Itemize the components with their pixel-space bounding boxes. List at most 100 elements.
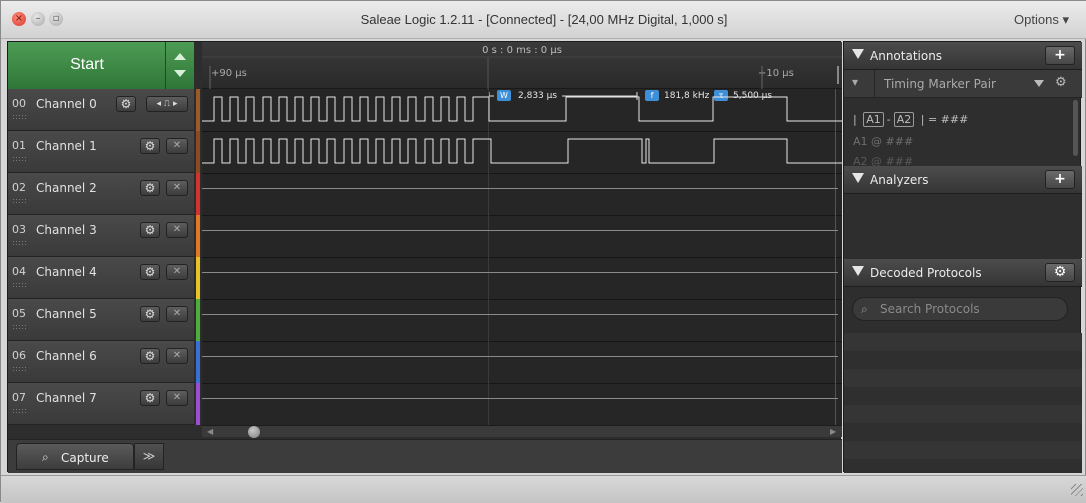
gear-icon[interactable]: ⚙ (140, 390, 160, 406)
channel-row[interactable]: 03 Channel 3 ⚙ ✕ (8, 215, 194, 257)
channel-row[interactable]: 07 Channel 7 ⚙ ✕ (8, 383, 194, 425)
gear-icon[interactable]: ⚙ (140, 348, 160, 364)
channel-number: 07 (12, 391, 26, 404)
channel-color-swatch (196, 215, 200, 257)
waveform-plot[interactable] (202, 89, 842, 425)
annotation-dash: - (886, 113, 891, 126)
channel-row[interactable]: 04 Channel 4 ⚙ ✕ (8, 257, 194, 299)
channel-1-waveform (202, 138, 842, 164)
drag-handle-icon[interactable] (12, 408, 26, 414)
close-icon[interactable]: ✕ (166, 306, 188, 322)
close-icon[interactable]: ✕ (166, 264, 188, 280)
close-icon[interactable]: ✕ (166, 390, 188, 406)
gear-icon[interactable]: ⚙ (140, 222, 160, 238)
ruler-ticks (202, 56, 842, 89)
gear-icon[interactable]: ⚙ (140, 138, 160, 154)
resize-grip-icon[interactable] (1071, 484, 1083, 496)
annotation-a1-line: A1 @ ### (853, 135, 914, 148)
gear-icon[interactable]: ⚙ (116, 96, 136, 112)
channel-name[interactable]: Channel 2 (36, 181, 97, 195)
collapse-triangle-icon[interactable] (852, 173, 864, 183)
channel-number: 04 (12, 265, 26, 278)
gear-icon[interactable]: ⚙ (140, 180, 160, 196)
decoded-protocols-header[interactable]: Decoded Protocols ⚙ (844, 259, 1082, 287)
collapse-triangle-icon[interactable] (852, 49, 864, 59)
right-sidebar: Annotations + ▾ Timing Marker Pair ⚙ | A… (843, 41, 1082, 473)
arrow-up-icon[interactable] (174, 53, 186, 60)
channel-row[interactable]: 01 Channel 1 ⚙ ✕ (8, 131, 194, 173)
drag-handle-icon[interactable] (12, 240, 26, 246)
annotations-title: Annotations (870, 49, 943, 63)
channel-color-swatch (196, 299, 200, 341)
start-options-stepper[interactable] (166, 42, 194, 89)
pin-icon[interactable]: ▾ (852, 75, 858, 89)
start-button-label: Start (70, 56, 104, 73)
timing-marker-row[interactable]: ▾ Timing Marker Pair ⚙ (844, 70, 1082, 98)
close-icon[interactable]: ✕ (166, 348, 188, 364)
analyzers-list (844, 194, 1082, 258)
channel-row[interactable]: 06 Channel 6 ⚙ ✕ (8, 341, 194, 383)
options-menu-button[interactable]: Options ▾ (1014, 12, 1069, 28)
trigger-settings-button[interactable]: ◂ ⎍ ▸ (146, 96, 188, 112)
gear-icon[interactable]: ⚙ (140, 264, 160, 280)
close-icon[interactable]: ✕ (166, 222, 188, 238)
channel-name[interactable]: Channel 0 (36, 97, 97, 111)
waveform-area[interactable]: 0 s : 0 ms : 0 μs +90 μs +10 μs W 2,833 … (202, 42, 842, 425)
channel-name[interactable]: Channel 7 (36, 391, 97, 405)
time-ruler[interactable]: 0 s : 0 ms : 0 μs +90 μs +10 μs (202, 42, 842, 89)
scroll-left-icon[interactable]: ◀ (207, 427, 213, 436)
trigger-left-icon: ◂ (156, 99, 161, 109)
channel-number: 02 (12, 181, 26, 194)
arrow-down-icon[interactable] (174, 70, 186, 77)
add-analyzer-button[interactable]: + (1045, 170, 1075, 189)
drag-handle-icon[interactable] (12, 324, 26, 330)
trigger-right-icon: ▸ (173, 99, 178, 109)
protocols-settings-button[interactable]: ⚙ (1045, 263, 1075, 282)
channel-color-swatch (196, 173, 200, 215)
channel-0-waveform (202, 96, 842, 122)
gear-icon[interactable]: ⚙ (140, 306, 160, 322)
more-tabs-button[interactable]: ≫ (134, 443, 164, 470)
marker-a1-chip[interactable]: A1 (863, 112, 884, 127)
chevron-down-icon[interactable] (1034, 80, 1044, 87)
scroll-right-icon[interactable]: ▶ (830, 427, 836, 436)
collapse-triangle-icon[interactable] (852, 266, 864, 276)
add-annotation-button[interactable]: + (1045, 46, 1075, 65)
close-icon[interactable]: ✕ (166, 138, 188, 154)
drag-handle-icon[interactable] (12, 198, 26, 204)
channel-name[interactable]: Channel 4 (36, 265, 97, 279)
analyzers-title: Analyzers (870, 173, 929, 187)
channel-color-swatch (196, 131, 200, 173)
drag-handle-icon[interactable] (12, 156, 26, 162)
channel-name[interactable]: Channel 6 (36, 349, 97, 363)
scroll-thumb[interactable] (248, 426, 260, 438)
channel-number: 01 (12, 139, 26, 152)
drag-handle-icon[interactable] (12, 366, 26, 372)
channel-number: 06 (12, 349, 26, 362)
analyzers-header[interactable]: Analyzers + (844, 166, 1082, 194)
channel-name[interactable]: Channel 3 (36, 223, 97, 237)
tab-capture[interactable]: ⌕ Capture (16, 443, 134, 470)
channel-row[interactable]: 05 Channel 5 ⚙ ✕ (8, 299, 194, 341)
title-bar: × – ▫ Saleae Logic 1.2.11 - [Connected] … (1, 1, 1086, 39)
marker-a2-chip[interactable]: A2 (893, 112, 915, 127)
drag-handle-icon[interactable] (12, 114, 26, 120)
annotation-scrollbar[interactable] (1073, 100, 1078, 156)
channel-color-swatch (196, 341, 200, 383)
start-button[interactable]: Start (8, 42, 166, 89)
bottom-tab-bar: ⌕ Capture ≫ (8, 439, 842, 473)
channel-row[interactable]: 00 Channel 0 ⚙ ◂ ⎍ ▸ (8, 89, 194, 131)
channel-row[interactable]: 02 Channel 2 ⚙ ✕ (8, 173, 194, 215)
horizontal-scrollbar[interactable]: ◀ ▶ (202, 425, 842, 438)
search-protocols-input[interactable]: ⌕ Search Protocols (852, 297, 1068, 321)
annotations-header[interactable]: Annotations + (844, 42, 1082, 70)
main-panel: Start 00 Channel 0 ⚙ ◂ ⎍ ▸ 01 Channel 1 ⚙ ✕ 02 Ch… (7, 41, 842, 473)
gear-icon[interactable]: ⚙ (1055, 75, 1067, 90)
channel-number: 03 (12, 223, 26, 236)
channel-name[interactable]: Channel 1 (36, 139, 97, 153)
close-icon[interactable]: ✕ (166, 180, 188, 196)
channel-list: 00 Channel 0 ⚙ ◂ ⎍ ▸ 01 Channel 1 ⚙ ✕ 02 Channel … (8, 89, 194, 425)
drag-handle-icon[interactable] (12, 282, 26, 288)
channel-name[interactable]: Channel 5 (36, 307, 97, 321)
search-icon: ⌕ (861, 302, 868, 316)
